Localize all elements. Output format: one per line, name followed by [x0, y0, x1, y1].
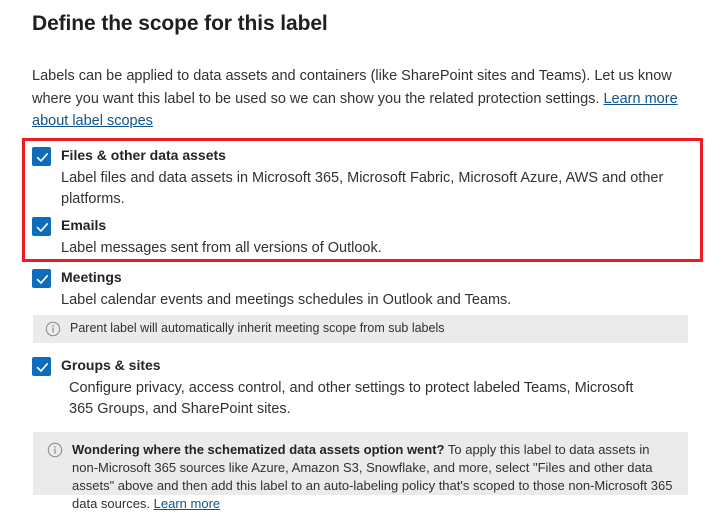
option-files-and-other-data-assets[interactable]: Files & other data assets Label files an… [32, 146, 682, 210]
option-description: Label messages sent from all versions of… [61, 240, 382, 256]
intro-paragraph: Labels can be applied to data assets and… [32, 65, 684, 133]
option-meetings[interactable]: Meetings Label calendar events and meeti… [32, 268, 682, 311]
option-header: Groups & sites [32, 356, 682, 376]
checkmark-icon [36, 363, 49, 372]
learn-more-link[interactable]: Learn more [154, 496, 220, 511]
option-header: Files & other data assets [32, 146, 682, 166]
option-title: Meetings [61, 269, 122, 285]
option-description: Label calendar events and meetings sched… [61, 292, 512, 308]
checkmark-icon [36, 275, 49, 284]
infobar-text: Wondering where the schematized data ass… [72, 441, 674, 513]
define-scope-panel: Define the scope for this label Labels c… [0, 0, 723, 516]
option-title: Files & other data assets [61, 147, 226, 163]
checkbox-emails[interactable] [32, 217, 51, 236]
option-description: Configure privacy, access control, and o… [69, 380, 634, 417]
checkmark-icon [36, 153, 49, 162]
checkbox-files-and-other-data-assets[interactable] [32, 147, 51, 166]
option-description: Label files and data assets in Microsoft… [61, 170, 664, 207]
checkmark-icon [36, 223, 49, 232]
option-header: Emails [32, 216, 682, 236]
checkbox-groups-and-sites[interactable] [32, 357, 51, 376]
infobar-text: Parent label will automatically inherit … [70, 321, 445, 335]
infobar-meetings-inherit-notice: Parent label will automatically inherit … [33, 315, 688, 343]
option-title: Emails [61, 217, 107, 233]
intro-text: Labels can be applied to data assets and… [32, 68, 672, 107]
page-title: Define the scope for this label [32, 12, 328, 35]
option-emails[interactable]: Emails Label messages sent from all vers… [32, 216, 682, 259]
option-groups-and-sites[interactable]: Groups & sites Configure privacy, access… [32, 356, 682, 420]
infobar-schematized-data-assets-notice: Wondering where the schematized data ass… [33, 432, 688, 511]
infobar-bold-lead: Wondering where the schematized data ass… [72, 442, 445, 457]
info-icon [47, 442, 63, 458]
option-title: Groups & sites [61, 357, 161, 373]
info-icon [45, 321, 61, 337]
checkbox-meetings[interactable] [32, 269, 51, 288]
option-header: Meetings [32, 268, 682, 288]
